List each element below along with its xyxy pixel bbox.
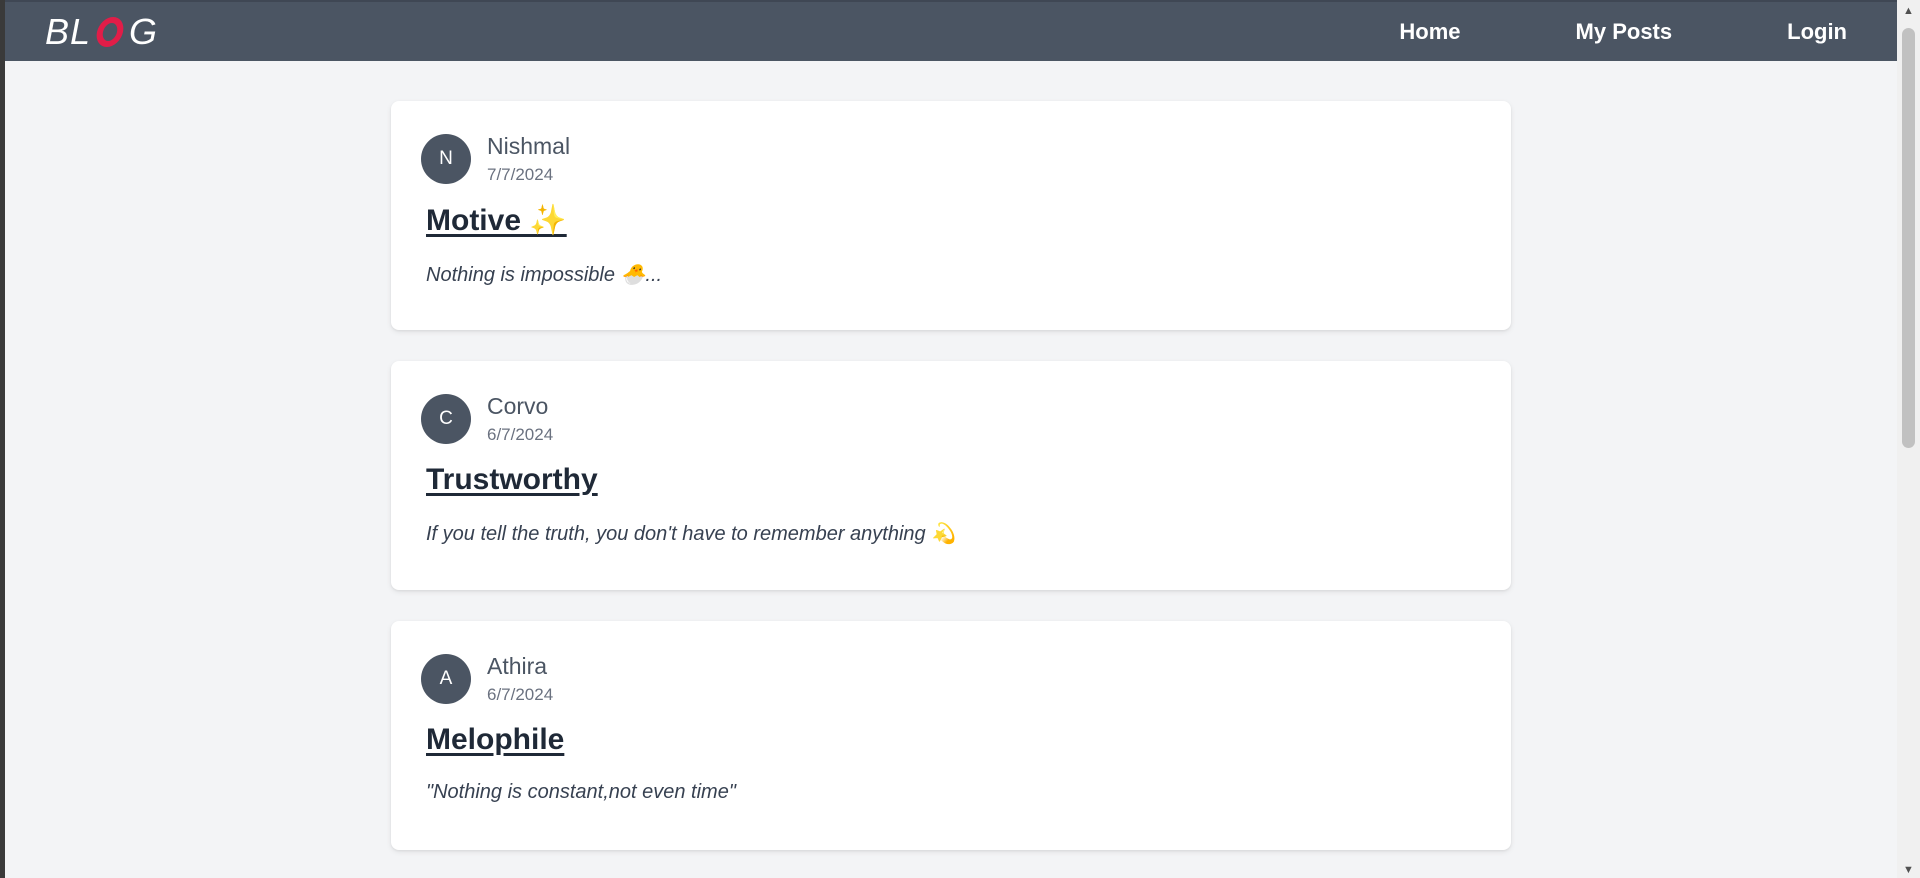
author-meta: Nishmal 7/7/2024 (487, 132, 570, 185)
post-card: N Nishmal 7/7/2024 Motive ✨ Nothing is i… (391, 101, 1511, 330)
browser-viewport: BL G Home My Posts Login N Nishmal 7/7/2… (5, 0, 1897, 878)
logo-text-right: G (129, 11, 159, 52)
post-excerpt: "Nothing is constant,not even time" (426, 781, 736, 803)
vertical-scrollbar[interactable]: ▲ ▼ (1897, 0, 1920, 878)
nav-home-link[interactable]: Home (1399, 19, 1460, 45)
scroll-up-arrow-icon[interactable]: ▲ (1897, 2, 1920, 19)
post-card: C Corvo 6/7/2024 Trustworthy If you tell… (391, 361, 1511, 590)
navbar: BL G Home My Posts Login (5, 0, 1897, 61)
logo-o-ring-icon (93, 17, 127, 47)
post-date: 6/7/2024 (487, 685, 554, 704)
post-date: 7/7/2024 (487, 165, 554, 184)
nav-login-link[interactable]: Login (1787, 19, 1847, 45)
scrollbar-thumb[interactable] (1902, 28, 1915, 448)
author-meta: Athira 6/7/2024 (487, 652, 553, 705)
nav-my-posts-link[interactable]: My Posts (1576, 19, 1673, 45)
author-name: Corvo (487, 393, 549, 419)
scroll-down-arrow-icon[interactable]: ▼ (1897, 861, 1920, 878)
post-feed: N Nishmal 7/7/2024 Motive ✨ Nothing is i… (391, 101, 1511, 878)
post-card: A Athira 6/7/2024 Melophile "Nothing is … (391, 621, 1511, 850)
post-excerpt: If you tell the truth, you don't have to… (426, 523, 957, 545)
nav-links: Home My Posts Login (1284, 2, 1847, 61)
author-row: N Nishmal 7/7/2024 (421, 133, 1481, 185)
post-title-link[interactable]: Melophile (426, 723, 564, 757)
post-date: 6/7/2024 (487, 425, 554, 444)
author-meta: Corvo 6/7/2024 (487, 392, 553, 445)
author-name: Athira (487, 653, 548, 679)
post-title-link[interactable]: Trustworthy (426, 463, 598, 497)
author-row: A Athira 6/7/2024 (421, 653, 1481, 705)
avatar: A (421, 654, 471, 704)
post-excerpt: Nothing is impossible 🐣... (426, 264, 663, 286)
site-logo[interactable]: BL G (45, 11, 159, 52)
post-title-link[interactable]: Motive ✨ (426, 203, 567, 238)
author-name: Nishmal (487, 133, 571, 159)
author-row: C Corvo 6/7/2024 (421, 393, 1481, 445)
avatar: N (421, 134, 471, 184)
logo-text-left: BL (45, 11, 92, 52)
avatar: C (421, 394, 471, 444)
